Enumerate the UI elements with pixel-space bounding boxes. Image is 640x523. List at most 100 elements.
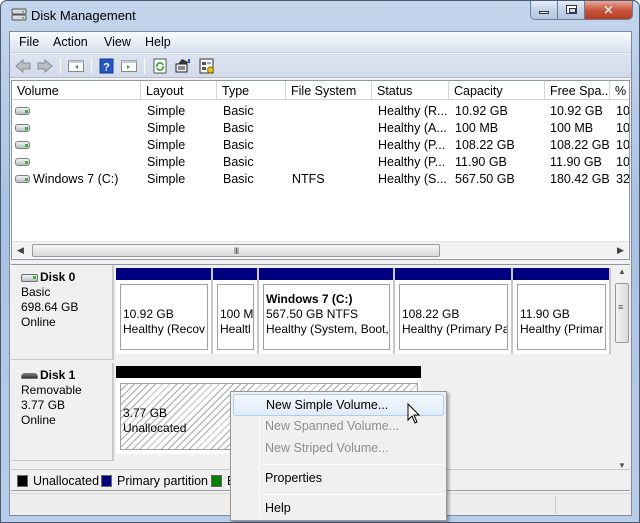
primary-partition-bar (395, 268, 511, 280)
refresh-icon[interactable] (151, 58, 169, 74)
menu-help[interactable]: Help (145, 35, 171, 49)
volume-row[interactable]: Simple Basic Healthy (P... 108.22 GB 108… (12, 137, 629, 154)
disk-label[interactable]: Disk 1 Removable 3.77 GB Online (11, 363, 114, 461)
cell-percent-free: 100 (616, 138, 629, 152)
column-header-free-space[interactable]: Free Spa... (545, 81, 610, 100)
menu-view[interactable]: View (104, 35, 131, 49)
vertical-scroll-thumb[interactable]: ≡ (615, 283, 629, 343)
help-icon[interactable]: ? (98, 58, 116, 74)
volume-row[interactable]: Simple Basic Healthy (A... 100 MB 100 MB… (12, 120, 629, 137)
primary-partition-bar (116, 268, 211, 280)
partition-status: Healthy (System, Boot, (266, 322, 389, 336)
partition-block[interactable]: 108.22 GB Healthy (Primary Pa (395, 268, 513, 354)
volume-list-header: Volume Layout Type File System Status Ca… (12, 81, 629, 100)
disk-size: 698.64 GB (21, 300, 79, 314)
cell-type: Basic (223, 121, 254, 135)
close-button[interactable]: ✕ (585, 1, 632, 19)
disk-label[interactable]: Disk 0 Basic 698.64 GB Online (11, 265, 114, 360)
cell-free-space: 100 MB (550, 121, 594, 135)
menu-item-properties[interactable]: Properties (233, 468, 444, 490)
volume-icon (15, 175, 30, 183)
cell-volume: Windows 7 (C:) (33, 172, 119, 186)
partition-size: 567.50 GB NTFS (266, 307, 359, 321)
partition-size: 100 M (220, 307, 254, 321)
menu-separator (261, 494, 444, 495)
scroll-right-arrow-icon[interactable]: ▶ (617, 245, 624, 256)
scroll-grip: III (233, 246, 239, 256)
cell-percent-free: 100 (616, 104, 629, 118)
partition-block[interactable]: 100 M Healtl (213, 268, 259, 354)
column-header-file-system[interactable]: File System (286, 81, 372, 100)
partition-size: 10.92 GB (123, 307, 174, 321)
cell-capacity: 11.90 GB (455, 155, 507, 169)
volume-row[interactable]: Simple Basic Healthy (P... 11.90 GB 11.9… (12, 154, 629, 171)
partition-info: 10.92 GB Healthy (Recov (120, 284, 208, 350)
volume-row[interactable]: Simple Basic Healthy (R... 10.92 GB 10.9… (12, 103, 629, 120)
svg-text:?: ? (103, 62, 110, 74)
properties-icon[interactable] (198, 58, 216, 74)
unallocated-bar (116, 366, 421, 378)
cell-status: Healthy (R... (378, 104, 448, 118)
column-header-capacity[interactable]: Capacity (449, 81, 545, 100)
partition-title: Windows 7 (C:) (266, 292, 353, 306)
disk-management-icon (11, 8, 27, 21)
partition-status: Healtl (220, 322, 251, 336)
cell-status: Healthy (S... (378, 172, 447, 186)
menu-action[interactable]: Action (53, 35, 88, 49)
minimize-button[interactable] (531, 1, 558, 19)
cell-percent-free: 100 (616, 121, 629, 135)
volume-row[interactable]: Windows 7 (C:) Simple Basic NTFS Healthy… (12, 171, 629, 188)
disk-name: Disk 0 (40, 270, 76, 284)
window-title: Disk Management (31, 8, 136, 23)
back-arrow-icon[interactable] (14, 58, 32, 74)
cell-type: Basic (223, 172, 254, 186)
primary-partition-bar (213, 268, 257, 280)
cell-percent-free: 32 (616, 172, 629, 186)
scroll-up-arrow-icon[interactable]: ▲ (618, 267, 626, 276)
primary-partition-bar (513, 268, 609, 280)
partition-block[interactable]: 11.90 GB Healthy (Primar (513, 268, 611, 354)
show-hide-console-tree-icon[interactable] (67, 58, 85, 74)
column-header-percent-free[interactable]: % F (610, 81, 629, 100)
menu-separator (261, 464, 444, 465)
cell-capacity: 100 MB (455, 121, 499, 135)
legend-item-primary-partition: Primary partition (101, 474, 208, 488)
show-hide-action-pane-icon[interactable] (120, 58, 138, 74)
toolbar: ? (10, 54, 631, 78)
forward-arrow-icon[interactable] (36, 58, 54, 74)
column-header-status[interactable]: Status (372, 81, 449, 100)
menu-file[interactable]: File (19, 35, 39, 49)
partition-block[interactable]: 10.92 GB Healthy (Recov (116, 268, 213, 354)
legend-swatch (211, 475, 222, 487)
legend-swatch (101, 475, 112, 487)
partition-info: 100 M Healtl (217, 284, 254, 350)
scroll-left-arrow-icon[interactable]: ◀ (17, 245, 24, 256)
disk-size: 3.77 GB (21, 398, 66, 412)
horizontal-scrollbar[interactable]: ◀ III ▶ (12, 241, 629, 258)
mouse-pointer-icon (407, 403, 421, 424)
removable-disk-icon (21, 372, 38, 379)
volume-list: Volume Layout Type File System Status Ca… (11, 80, 630, 260)
disk-type: Basic (21, 285, 51, 299)
column-header-layout[interactable]: Layout (141, 81, 217, 100)
title-bar[interactable]: Disk Management ✕ (1, 1, 639, 31)
primary-partition-bar (259, 268, 393, 280)
rescan-disks-icon[interactable] (174, 58, 192, 74)
partition-status: Healthy (Recov (123, 322, 206, 336)
column-header-volume[interactable]: Volume (12, 81, 141, 100)
vertical-scrollbar[interactable]: ▲ ≡ ▼ (614, 265, 630, 479)
horizontal-scroll-thumb[interactable]: III (32, 244, 440, 257)
disk-name: Disk 1 (40, 368, 76, 382)
column-header-type[interactable]: Type (217, 81, 286, 100)
hard-disk-icon (21, 273, 38, 282)
partition-title (520, 292, 605, 307)
cell-layout: Simple (147, 155, 186, 169)
caption-buttons: ✕ (530, 1, 633, 20)
disk-row: Disk 0 Basic 698.64 GB Online 10.92 GB H… (11, 265, 611, 360)
menu-bar: File Action View Help (10, 32, 631, 53)
partition-block[interactable]: Windows 7 (C:) 567.50 GB NTFS Healthy (S… (259, 268, 395, 354)
menu-item-new-striped-volume[interactable]: New Striped Volume... (233, 438, 444, 460)
partition-title (402, 292, 507, 307)
maximize-button[interactable] (558, 1, 585, 19)
menu-item-help[interactable]: Help (233, 498, 444, 520)
